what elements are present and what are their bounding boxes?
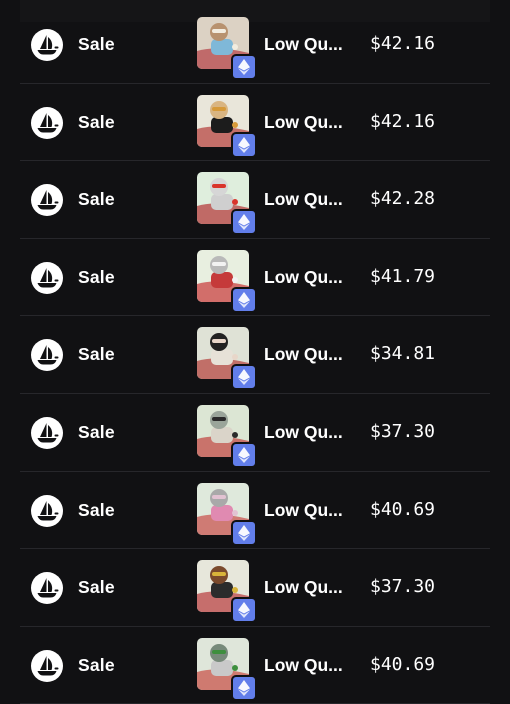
nft-name[interactable]: Low Qu... [264, 112, 343, 133]
activity-row[interactable]: Sale Low Qu... $42.16 [20, 84, 490, 162]
activity-row[interactable]: Sale Low Qu... $37.30 [20, 394, 490, 472]
price-value: $42.16 [370, 33, 436, 54]
activity-row[interactable]: Sale Low Qu... $34.81 [20, 316, 490, 394]
nft-name[interactable]: Low Qu... [264, 422, 343, 443]
activity-list: Sale Low Qu... $42.16 Sale Low Qu... $42.16 Sa… [20, 0, 490, 704]
event-type-label: Sale [78, 189, 115, 210]
price-value: $42.28 [370, 188, 436, 210]
price-value: $34.81 [370, 343, 436, 365]
ethereum-icon [231, 519, 257, 546]
opensea-boat-icon [31, 417, 63, 449]
activity-row[interactable]: Sale Low Qu... $42.16 [20, 6, 490, 84]
price-value: $41.79 [370, 265, 436, 287]
price-value: $37.30 [370, 576, 436, 598]
opensea-boat-icon [31, 184, 63, 217]
event-type-label: Sale [78, 266, 115, 287]
activity-row[interactable]: Sale Low Qu... $42.28 [20, 161, 490, 239]
activity-row[interactable]: Sale Low Qu... $40.69 [20, 627, 490, 704]
nft-name[interactable]: Low Qu... [264, 189, 343, 210]
event-type-label: Sale [78, 577, 115, 598]
nft-name[interactable]: Low Qu... [264, 577, 343, 598]
ethereum-icon [231, 674, 257, 701]
event-type-label: Sale [78, 499, 115, 520]
ethereum-icon [231, 597, 257, 624]
price-value: $42.16 [370, 110, 436, 132]
opensea-boat-icon [31, 494, 63, 527]
nft-name[interactable]: Low Qu... [264, 267, 343, 288]
event-type-label: Sale [78, 422, 115, 442]
opensea-boat-icon [31, 649, 63, 682]
nft-name[interactable]: Low Qu... [264, 500, 343, 521]
ethereum-icon [231, 209, 257, 236]
opensea-boat-icon [31, 106, 63, 139]
event-type-label: Sale [78, 34, 115, 54]
ethereum-icon [231, 364, 257, 391]
price-value: $40.69 [370, 653, 436, 675]
activity-row[interactable]: Sale Low Qu... $41.79 [20, 239, 490, 317]
opensea-boat-icon [31, 339, 63, 372]
ethereum-icon [231, 131, 257, 158]
event-type-label: Sale [78, 654, 115, 675]
price-value: $37.30 [370, 421, 436, 442]
ethereum-icon [231, 286, 257, 313]
ethereum-icon [231, 54, 257, 80]
opensea-boat-icon [31, 261, 63, 294]
nft-name[interactable]: Low Qu... [264, 34, 343, 55]
price-value: $40.69 [370, 498, 436, 520]
activity-row[interactable]: Sale Low Qu... $37.30 [20, 549, 490, 627]
event-type-label: Sale [78, 344, 115, 365]
nft-name[interactable]: Low Qu... [264, 344, 343, 365]
nft-name[interactable]: Low Qu... [264, 655, 343, 676]
ethereum-icon [231, 442, 257, 468]
opensea-boat-icon [31, 572, 63, 605]
opensea-boat-icon [31, 29, 63, 61]
event-type-label: Sale [78, 111, 115, 132]
activity-row[interactable]: Sale Low Qu... $40.69 [20, 472, 490, 550]
